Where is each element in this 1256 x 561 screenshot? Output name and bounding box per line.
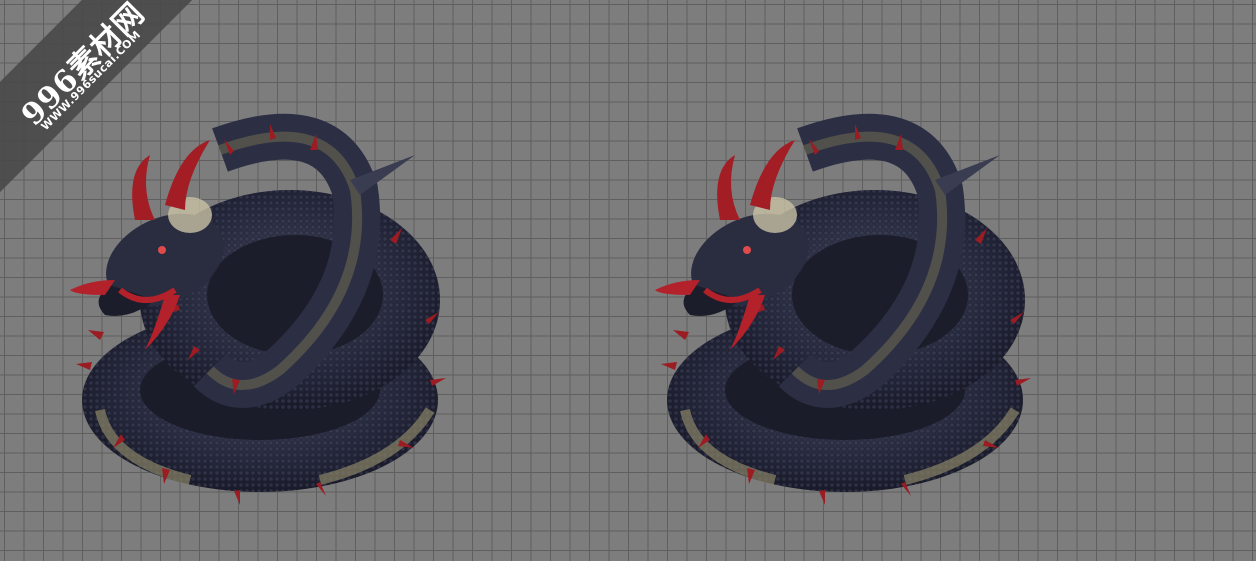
dragon-icon bbox=[70, 113, 446, 505]
dragon-figure-left bbox=[70, 110, 460, 510]
dragon-figure-right bbox=[655, 110, 1045, 510]
dragon-icon bbox=[655, 113, 1031, 505]
grid-canvas: 996素材网 WWW.996sucai.COM bbox=[0, 0, 1256, 561]
